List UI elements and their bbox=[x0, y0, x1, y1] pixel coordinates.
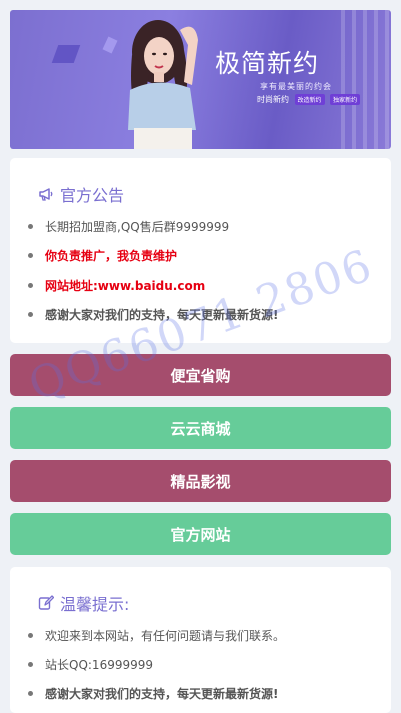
promo-banner[interactable]: 极简新约 享有最美丽的约会 时尚新约 改造新约 独家新约 bbox=[10, 10, 391, 149]
list-item: 感谢大家对我们的支持，每天更新最新货源! bbox=[28, 306, 278, 323]
decor-shape bbox=[51, 45, 81, 63]
tips-card: 温馨提示: 欢迎来到本网站，有任何问题请与我们联系。 站长QQ:16999999… bbox=[10, 567, 391, 713]
tips-heading-text: 温馨提示: bbox=[60, 595, 130, 614]
list-item: 欢迎来到本网站，有任何问题请与我们联系。 bbox=[28, 627, 285, 644]
banner-tagline-text: 时尚新约 bbox=[257, 95, 289, 104]
list-item: 站长QQ:16999999 bbox=[28, 656, 153, 673]
list-item: 长期招加盟商,QQ售后群9999999 bbox=[28, 218, 229, 235]
notice-heading: 官方公告 bbox=[38, 182, 124, 206]
video-button[interactable]: 精品影视 bbox=[10, 460, 391, 502]
banner-title: 极简新约 bbox=[215, 49, 320, 78]
banner-tag: 改造新约 bbox=[294, 94, 325, 105]
megaphone-icon bbox=[39, 188, 53, 201]
list-item: 感谢大家对我们的支持，每天更新最新货源! bbox=[28, 685, 278, 702]
tips-heading: 温馨提示: bbox=[38, 591, 129, 615]
official-site-button[interactable]: 官方网站 bbox=[10, 513, 391, 555]
banner-tagline: 时尚新约 改造新约 独家新约 bbox=[257, 94, 361, 105]
list-item: 你负责推广，我负责维护 bbox=[28, 247, 177, 264]
banner-tag: 独家新约 bbox=[330, 94, 361, 105]
cheap-shop-button[interactable]: 便宜省购 bbox=[10, 354, 391, 396]
notice-heading-text: 官方公告 bbox=[60, 186, 125, 205]
notice-card: 官方公告 长期招加盟商,QQ售后群9999999 你负责推广，我负责维护 网站地… bbox=[10, 158, 391, 343]
list-item: 网站地址:www.baidu.com bbox=[28, 277, 205, 294]
model-photo bbox=[128, 20, 198, 149]
decor-stripes bbox=[341, 10, 391, 149]
cloud-mall-button[interactable]: 云云商城 bbox=[10, 407, 391, 449]
banner-subtitle: 享有最美丽的约会 bbox=[260, 82, 332, 91]
edit-icon bbox=[38, 595, 54, 610]
